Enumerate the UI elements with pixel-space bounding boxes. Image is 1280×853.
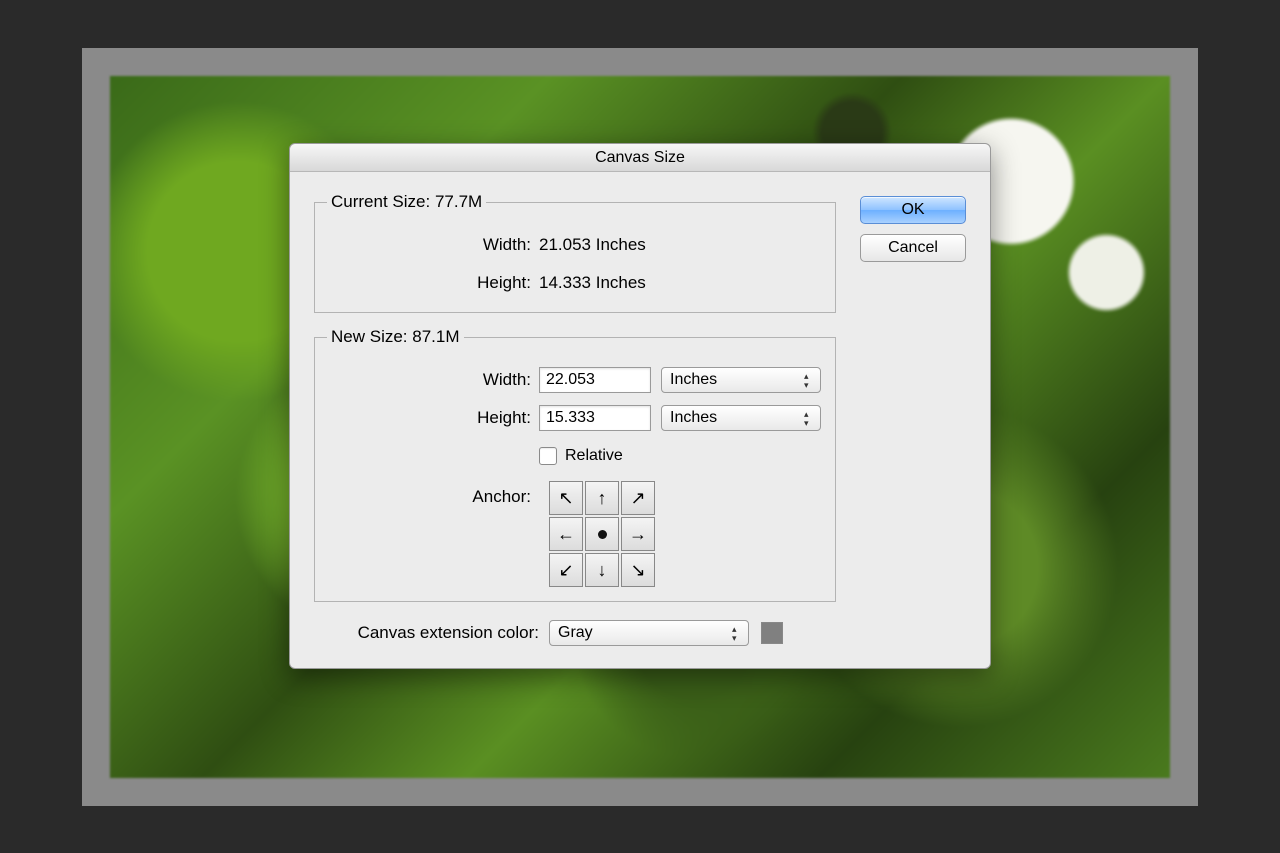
new-width-input[interactable] — [539, 367, 651, 393]
relative-checkbox[interactable] — [539, 447, 557, 465]
new-height-unit-select[interactable]: Inches — [661, 405, 821, 431]
new-width-label: Width: — [329, 370, 539, 390]
new-height-label: Height: — [329, 408, 539, 428]
anchor-grid: ↖ ↑ ↗ ← → ↙ ↓ ↘ — [549, 481, 655, 587]
current-height-value: 14.333 Inches — [539, 273, 646, 293]
relative-label: Relative — [565, 447, 623, 465]
anchor-label: Anchor: — [329, 481, 539, 507]
dialog-titlebar[interactable]: Canvas Size — [290, 144, 990, 172]
anchor-center[interactable] — [585, 517, 619, 551]
anchor-n[interactable]: ↑ — [585, 481, 619, 515]
current-width-value: 21.053 Inches — [539, 235, 646, 255]
anchor-se[interactable]: ↘ — [621, 553, 655, 587]
extension-color-select[interactable]: Gray — [549, 620, 749, 646]
anchor-nw[interactable]: ↖ — [549, 481, 583, 515]
stepper-icon — [732, 623, 744, 643]
new-size-group: New Size: 87.1M Width: Inches Height: In… — [314, 327, 836, 602]
anchor-w[interactable]: ← — [549, 517, 583, 551]
new-height-input[interactable] — [539, 405, 651, 431]
anchor-ne[interactable]: ↗ — [621, 481, 655, 515]
anchor-sw[interactable]: ↙ — [549, 553, 583, 587]
ok-button[interactable]: OK — [860, 196, 966, 224]
current-height-label: Height: — [329, 273, 539, 293]
canvas-size-dialog: Canvas Size Current Size: 77.7M Width: 2… — [289, 143, 991, 669]
extension-color-label: Canvas extension color: — [314, 623, 539, 643]
current-size-group: Current Size: 77.7M Width: 21.053 Inches… — [314, 192, 836, 313]
current-size-legend: Current Size: 77.7M — [327, 192, 486, 212]
anchor-s[interactable]: ↓ — [585, 553, 619, 587]
new-width-unit-select[interactable]: Inches — [661, 367, 821, 393]
extension-color-swatch[interactable] — [761, 622, 783, 644]
anchor-e[interactable]: → — [621, 517, 655, 551]
cancel-button[interactable]: Cancel — [860, 234, 966, 262]
dialog-title: Canvas Size — [595, 149, 685, 167]
stepper-icon — [804, 408, 816, 428]
current-width-label: Width: — [329, 235, 539, 255]
stepper-icon — [804, 370, 816, 390]
new-size-legend: New Size: 87.1M — [327, 327, 464, 347]
